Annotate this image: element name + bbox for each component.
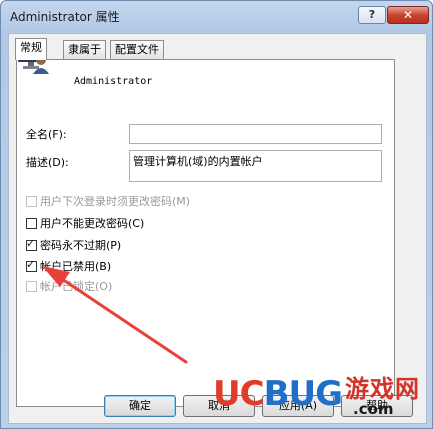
watermark-logo: UCBUG <box>213 374 343 414</box>
checkbox-box[interactable] <box>26 280 37 292</box>
checkbox-account-locked[interactable]: 帐户已锁定(O) <box>26 278 112 294</box>
window-title: Administrator 属性 <box>10 10 120 24</box>
checkbox-label: 帐户已禁用(B) <box>40 260 112 273</box>
user-name: Administrator <box>74 76 153 87</box>
checkbox-password-never-expires[interactable]: ✓ 密码永不过期(P) <box>26 237 121 253</box>
checkbox-label: 用户不能更改密码(C) <box>40 217 145 230</box>
checkbox-label: 密码永不过期(P) <box>40 239 122 252</box>
check-icon: ✓ <box>26 257 36 271</box>
tab-general[interactable]: 常规 <box>15 38 47 60</box>
checkbox-box[interactable]: ✓ <box>26 257 37 272</box>
close-button[interactable]: ✕ <box>387 6 429 24</box>
watermark: UCBUG 游戏网 .com <box>213 374 431 424</box>
checkbox-label: 帐户已锁定(O) <box>40 280 113 293</box>
tab-profile[interactable]: 配置文件 <box>110 40 164 59</box>
checkbox-must-change-password[interactable]: 用户下次登录时须更改密码(M) <box>26 193 190 209</box>
separator <box>25 189 381 190</box>
description-input[interactable]: 管理计算机(域)的内置帐户 <box>129 150 382 182</box>
watermark-cn: 游戏网 <box>345 375 420 403</box>
tab-member-of[interactable]: 隶属于 <box>63 40 106 59</box>
watermark-com: .com <box>353 400 394 418</box>
description-label: 描述(D): <box>26 156 69 169</box>
checkbox-cannot-change-password[interactable]: 用户不能更改密码(C) <box>26 215 144 231</box>
checkbox-label: 用户下次登录时须更改密码(M) <box>40 195 191 208</box>
full-name-label: 全名(F): <box>26 128 67 141</box>
check-icon: ✓ <box>26 236 36 250</box>
full-name-input[interactable] <box>129 124 382 144</box>
checkbox-box[interactable]: ✓ <box>26 236 37 251</box>
separator <box>25 106 381 107</box>
ok-button[interactable]: 确定 <box>104 395 176 417</box>
help-title-button[interactable]: ? <box>358 6 386 24</box>
checkbox-box[interactable] <box>26 217 37 229</box>
checkbox-account-disabled[interactable]: ✓ 帐户已禁用(B) <box>26 258 111 274</box>
checkbox-box[interactable] <box>26 195 37 207</box>
general-tab-panel <box>16 59 395 407</box>
